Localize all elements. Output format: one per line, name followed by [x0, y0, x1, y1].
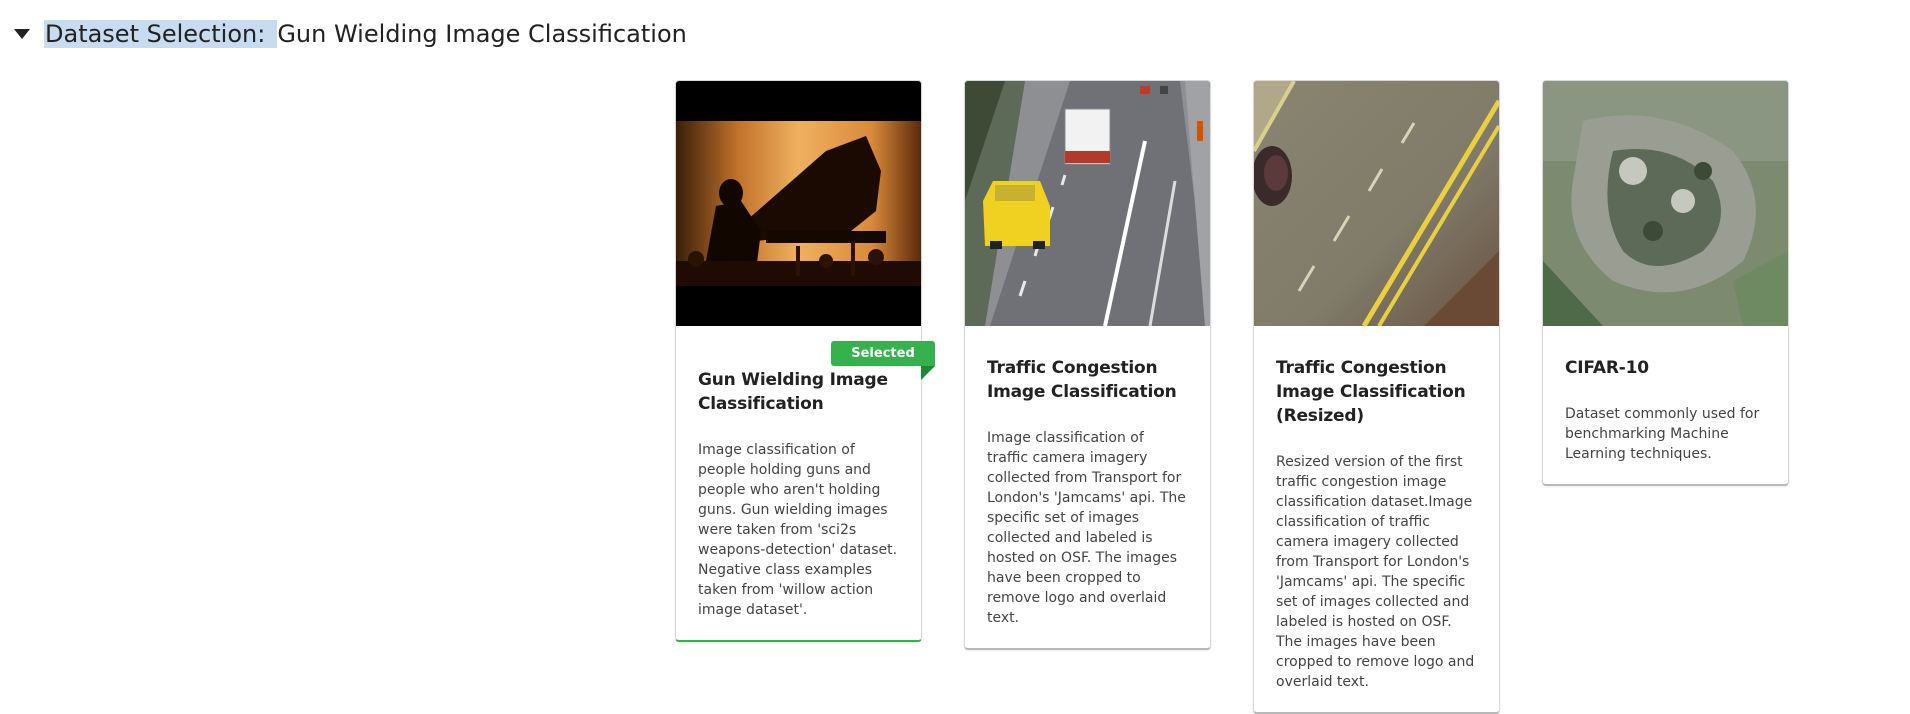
dataset-card-cifar-10[interactable]: CIFAR-10 Dataset commonly used for bench… [1542, 80, 1789, 486]
dataset-card-traffic-congestion[interactable]: Traffic Congestion Image Classification … [964, 80, 1211, 650]
dataset-card-description: Resized version of the first traffic con… [1276, 454, 1475, 690]
dataset-card-description: Dataset commonly used for benchmarking M… [1565, 406, 1760, 462]
collapse-caret-icon[interactable] [14, 29, 30, 39]
dataset-thumbnail-piano [676, 81, 921, 326]
dataset-thumbnail-road [1254, 81, 1499, 326]
selected-badge-fold [921, 366, 935, 380]
dataset-card-traffic-congestion-resized[interactable]: Traffic Congestion Image Classification … [1253, 80, 1500, 714]
dataset-card-title: Traffic Congestion Image Classification … [1276, 358, 1466, 426]
header-selected-dataset: Gun Wielding Image Classification [277, 20, 687, 48]
dataset-thumbnail-traffic [965, 81, 1210, 326]
dataset-card-title: Gun Wielding Image Classification [698, 370, 888, 414]
dataset-card-description: Image classification of traffic camera i… [987, 430, 1186, 626]
selected-badge: Selected [831, 341, 935, 366]
dataset-card-description: Image classification of people holding g… [698, 442, 898, 618]
dataset-card-title: CIFAR-10 [1565, 358, 1649, 378]
dataset-card-title: Traffic Congestion Image Classification [987, 358, 1177, 402]
dataset-thumbnail-cifar [1543, 81, 1788, 326]
dataset-selection-header[interactable]: Dataset Selection: Gun Wielding Image Cl… [14, 16, 687, 52]
header-label: Dataset Selection: [44, 20, 278, 48]
